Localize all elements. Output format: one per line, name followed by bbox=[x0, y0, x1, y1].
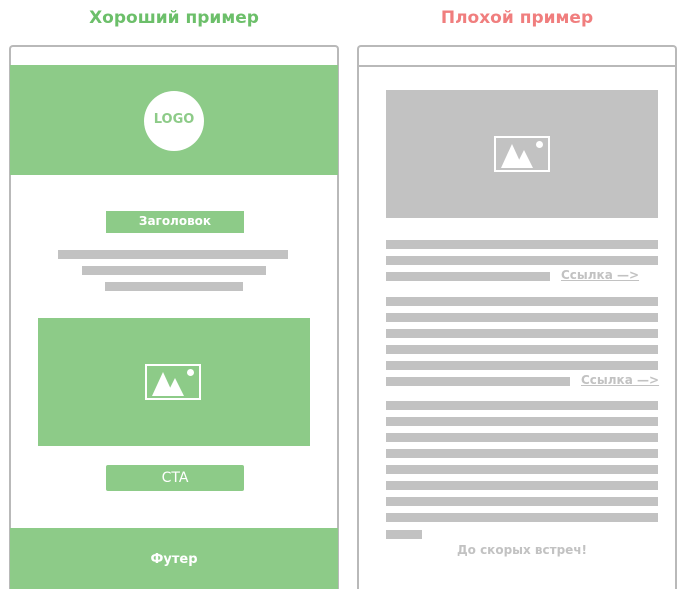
cta-label: CTA bbox=[161, 470, 189, 486]
bad-example-title: Плохой пример bbox=[440, 8, 594, 28]
text-line bbox=[386, 377, 570, 386]
text-line bbox=[386, 481, 658, 490]
good-example-title: Хороший пример bbox=[89, 8, 259, 28]
text-line bbox=[386, 272, 550, 281]
text-line bbox=[386, 465, 658, 474]
text-line bbox=[386, 513, 658, 522]
heading-text: Заголовок bbox=[138, 214, 212, 228]
text-line bbox=[386, 240, 658, 249]
logo-text: LOGO bbox=[153, 112, 195, 127]
link-2[interactable]: Ссылка —> bbox=[581, 373, 659, 387]
signoff-text: До скорых встреч! bbox=[456, 543, 588, 557]
text-line bbox=[386, 449, 658, 458]
image-icon bbox=[145, 364, 201, 400]
text-line bbox=[386, 297, 658, 306]
footer-text: Футер bbox=[150, 552, 198, 567]
text-line bbox=[58, 250, 288, 259]
image-icon bbox=[494, 136, 550, 172]
link-1[interactable]: Ссылка —> bbox=[561, 268, 639, 282]
bad-header-divider bbox=[359, 65, 675, 67]
text-line bbox=[386, 345, 658, 354]
text-line bbox=[82, 266, 266, 275]
text-line bbox=[386, 329, 658, 338]
text-line bbox=[386, 497, 658, 506]
text-line bbox=[386, 361, 658, 370]
text-line bbox=[386, 401, 658, 410]
text-line bbox=[386, 530, 422, 539]
text-line bbox=[386, 417, 658, 426]
text-line bbox=[386, 433, 658, 442]
text-line bbox=[386, 313, 658, 322]
text-line bbox=[105, 282, 243, 291]
text-line bbox=[386, 256, 658, 265]
